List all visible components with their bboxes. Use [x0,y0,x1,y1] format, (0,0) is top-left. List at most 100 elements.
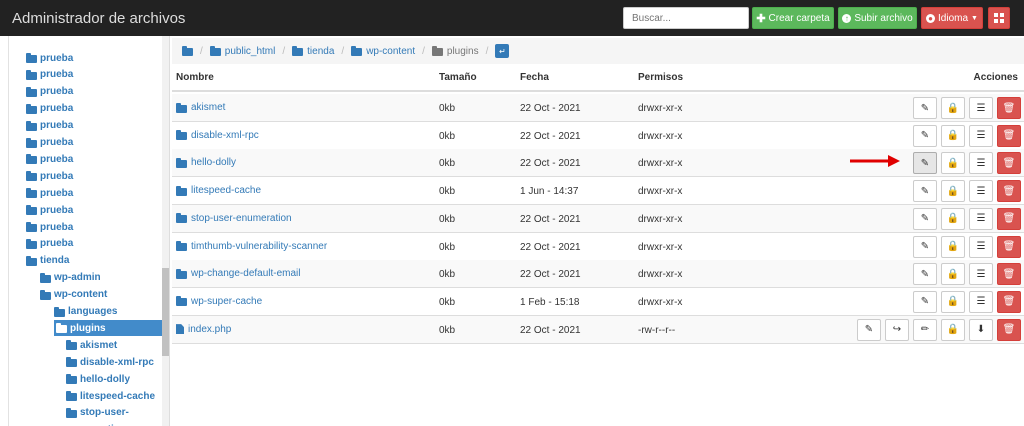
move-button[interactable]: ↪ [885,318,909,341]
edit-button[interactable]: ✏ [913,318,937,341]
trash-button[interactable]: 🗑 [997,263,1021,286]
file-name-link[interactable]: hello-dolly [176,157,236,168]
trash-button[interactable]: 🗑 [997,97,1021,119]
sidebar-item-prueba[interactable]: prueba [26,135,73,151]
sidebar-item-prueba[interactable]: prueba [26,118,73,134]
sidebar-scrollbar-track[interactable] [162,36,169,426]
rename-button[interactable]: ✎ [913,290,937,313]
lock-button[interactable]: 🔒 [941,124,965,147]
file-name-link[interactable]: wp-super-cache [176,296,262,307]
folder-icon [26,103,37,114]
lock-button[interactable]: 🔒 [941,207,965,230]
trash-button[interactable]: 🗑 [997,124,1021,147]
sidebar-item-prueba[interactable]: prueba [26,101,73,117]
sidebar-item-tienda[interactable]: tienda [26,253,69,269]
grid-menu-button[interactable] [988,7,1010,29]
rename-button[interactable]: ✎ [913,152,937,175]
language-dropdown[interactable]: ● Idioma ▼ [921,7,983,29]
column-name[interactable]: Nombre [176,72,214,83]
file-name-link[interactable]: wp-change-default-email [176,268,301,279]
sidebar-item-plugins[interactable]: plugins [54,320,162,337]
table-row[interactable]: disable-xml-rpc 0kb 22 Oct - 2021 drwxr-xr-… [172,122,1024,150]
rename-button[interactable]: ✎ [913,97,937,119]
archive-button[interactable]: ☰ [969,124,993,147]
sidebar-item-hello-dolly[interactable]: hello-dolly [66,371,130,387]
download-button[interactable]: ⬇ [969,318,993,341]
sidebar-item-prueba[interactable]: prueba [26,219,73,235]
table-row[interactable]: stop-user-enumeration 0kb 22 Oct - 2021 drw… [172,204,1024,233]
sidebar-item-prueba[interactable]: prueba [26,202,73,218]
sidebar-item-prueba[interactable]: prueba [26,67,73,83]
rename-button[interactable]: ✎ [913,235,937,258]
trash-button[interactable]: 🗑 [997,318,1021,341]
archive-button[interactable]: ☰ [969,180,993,203]
lock-button[interactable]: 🔒 [941,290,965,313]
sidebar-item-wp-content[interactable]: wp-content [40,287,107,303]
archive-button[interactable]: ☰ [969,290,993,313]
sidebar-item-enumeration[interactable]: enumeration [66,422,126,426]
breadcrumb-public-html[interactable]: public_html [209,46,275,57]
table-row[interactable]: litespeed-cache 0kb 1 Jun - 14:37 drwxr-xr-… [172,177,1024,206]
rename-button[interactable]: ✎ [913,180,937,203]
upload-icon: ↑ [842,13,852,23]
sidebar-item-disable-xml-rpc[interactable]: disable-xml-rpc [66,354,154,370]
sidebar-item-prueba[interactable]: prueba [26,236,73,252]
lock-button[interactable]: 🔒 [941,318,965,341]
breadcrumb-tienda[interactable]: tienda [292,46,334,57]
lock-button[interactable]: 🔒 [941,152,965,175]
file-name-link[interactable]: stop-user-enumeration [176,213,292,224]
column-permissions[interactable]: Permisos [638,72,683,83]
trash-button[interactable]: 🗑 [997,207,1021,230]
rename-button[interactable]: ✎ [857,318,881,341]
file-name-link[interactable]: litespeed-cache [176,185,261,196]
trash-icon: 🗑 [1002,268,1016,280]
column-date[interactable]: Fecha [520,72,549,83]
search-input[interactable] [623,7,749,29]
rename-button[interactable]: ✎ [913,124,937,147]
create-folder-button[interactable]: ✚ Crear carpeta [752,7,834,29]
sidebar-item-akismet[interactable]: akismet [66,337,117,353]
file-name-link[interactable]: index.php [176,324,231,335]
sidebar-item-prueba[interactable]: prueba [26,185,73,201]
table-row[interactable]: index.php 0kb 22 Oct - 2021 -rw-r--r-- 🗑 ⬇ 🔒 ✏ ↪… [172,315,1024,344]
table-row[interactable]: wp-super-cache 0kb 1 Feb - 15:18 drwxr-xr-x… [172,288,1024,316]
upload-file-button[interactable]: ↑ Subir archivo [838,7,917,29]
rename-button[interactable]: ✎ [913,263,937,286]
sidebar-item-prueba[interactable]: prueba [26,50,73,66]
plus-icon: ✚ [756,12,766,25]
lock-button[interactable]: 🔒 [941,235,965,258]
sidebar-item-prueba[interactable]: prueba [26,84,73,100]
sidebar-scrollbar-thumb[interactable] [162,268,169,356]
trash-button[interactable]: 🗑 [997,235,1021,258]
breadcrumb-wp-content[interactable]: wp-content [351,46,415,57]
sidebar-item-languages[interactable]: languages [54,304,117,320]
sidebar-item-prueba[interactable]: prueba [26,168,73,184]
refresh-button[interactable]: ↵ [495,44,510,58]
archive-button[interactable]: ☰ [969,152,993,175]
table-row[interactable]: wp-change-default-email 0kb 22 Oct - 2021 d… [172,260,1024,289]
table-row[interactable]: timthumb-vulnerability-scanner 0kb 22 Oct … [172,233,1024,261]
archive-button[interactable]: ☰ [969,207,993,230]
trash-button[interactable]: 🗑 [997,152,1021,175]
file-name-link[interactable]: timthumb-vulnerability-scanner [176,241,327,252]
sidebar-item-prueba[interactable]: prueba [26,151,73,167]
breadcrumb: / public_html / tienda / wp-content / pl… [172,38,1024,64]
sidebar-item-litespeed-cache[interactable]: litespeed-cache [66,388,155,404]
lock-button[interactable]: 🔒 [941,97,965,119]
lock-button[interactable]: 🔒 [941,263,965,286]
rename-button[interactable]: ✎ [913,207,937,230]
file-name-link[interactable]: akismet [176,102,225,113]
trash-button[interactable]: 🗑 [997,180,1021,203]
breadcrumb-root[interactable] [182,46,193,56]
sidebar-item-wp-admin[interactable]: wp-admin [40,270,101,286]
folder-icon [176,213,187,224]
archive-button[interactable]: ☰ [969,235,993,258]
column-size[interactable]: Tamaño [439,72,477,83]
archive-button[interactable]: ☰ [969,97,993,119]
table-row[interactable]: akismet 0kb 22 Oct - 2021 drwxr-xr-x 🗑 ☰ 🔒 ✎ [172,94,1024,122]
file-name-link[interactable]: disable-xml-rpc [176,130,259,141]
sidebar-item-stop-user[interactable]: stop-user- [66,405,129,421]
lock-button[interactable]: 🔒 [941,180,965,203]
archive-button[interactable]: ☰ [969,263,993,286]
trash-button[interactable]: 🗑 [997,290,1021,313]
